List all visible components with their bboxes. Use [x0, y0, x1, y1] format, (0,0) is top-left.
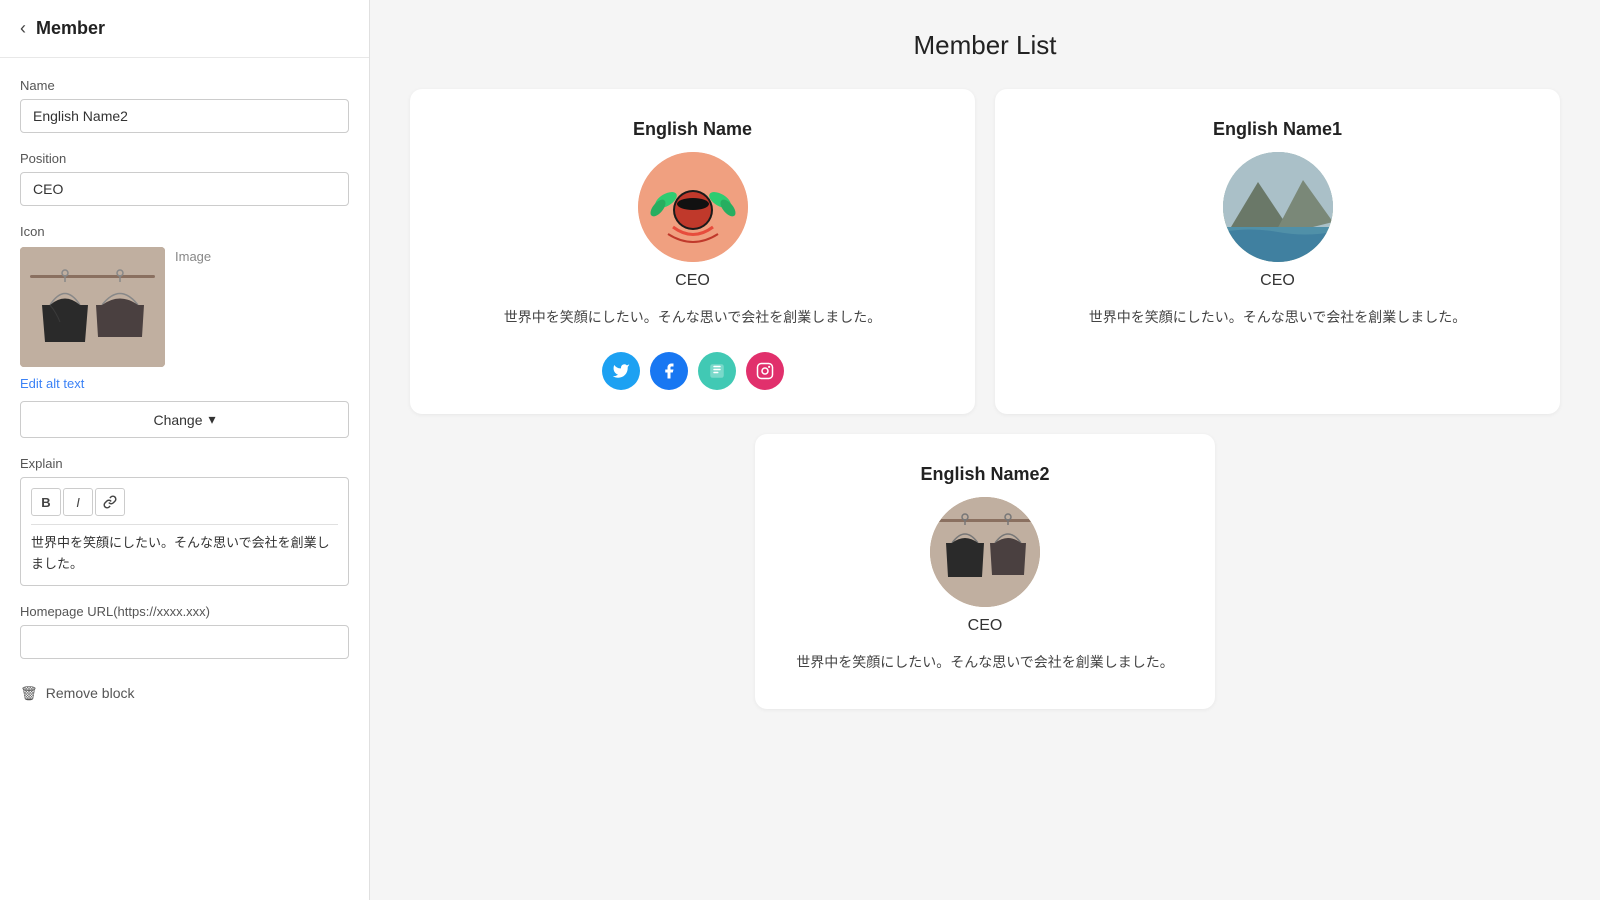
position-input[interactable] — [20, 172, 349, 206]
remove-block-label: Remove block — [46, 685, 135, 701]
trash-icon: 🗑 — [20, 685, 38, 702]
twitter-icon[interactable] — [602, 352, 640, 390]
member-1-position: CEO — [675, 272, 710, 290]
change-button[interactable]: Change ▾ — [20, 401, 349, 438]
explain-box: B I 世界中を笑顔にしたい。そんな思いで会社を創業しました。 — [20, 477, 349, 586]
member-3-position: CEO — [968, 617, 1003, 635]
edit-alt-text-link[interactable]: Edit alt text — [20, 376, 84, 391]
avatar-2-svg — [1223, 152, 1333, 262]
member-3-avatar — [930, 497, 1040, 607]
sidebar-header: ‹ Member — [0, 0, 369, 58]
member-1-desc: 世界中を笑顔にしたい。そんな思いで会社を創業しました。 — [504, 306, 882, 330]
member-card-2: English Name1 CEO — [995, 89, 1560, 414]
twitter-svg — [612, 362, 630, 380]
link-icon — [103, 495, 117, 509]
icon-label: Icon — [20, 224, 349, 239]
homepage-label: Homepage URL(https://xxxx.xxx) — [20, 604, 349, 619]
note-svg — [708, 362, 726, 380]
sidebar-form: Name Position Icon — [0, 58, 369, 730]
page-title: Member List — [410, 30, 1560, 61]
member-2-name: English Name1 — [1213, 119, 1342, 140]
member-3-name: English Name2 — [920, 464, 1049, 485]
note-icon[interactable] — [698, 352, 736, 390]
change-button-label: Change — [153, 412, 202, 428]
sidebar: ‹ Member Name Position Icon — [0, 0, 370, 900]
name-label: Name — [20, 78, 349, 93]
instagram-icon[interactable] — [746, 352, 784, 390]
member-card-1: English Name — [410, 89, 975, 414]
explain-label: Explain — [20, 456, 349, 471]
member-2-avatar — [1223, 152, 1333, 262]
member-3-desc: 世界中を笑顔にしたい。そんな思いで会社を創業しました。 — [796, 651, 1174, 675]
explain-toolbar: B I — [31, 488, 338, 525]
bold-button[interactable]: B — [31, 488, 61, 516]
homepage-input[interactable] — [20, 625, 349, 659]
sidebar-title: Member — [36, 18, 105, 39]
main-content: Member List English Name — [370, 0, 1600, 900]
explain-field-group: Explain B I 世界中を笑顔にしたい。そんな思いで会社を創業しました。 — [20, 456, 349, 586]
homepage-field-group: Homepage URL(https://xxxx.xxx) — [20, 604, 349, 659]
position-label: Position — [20, 151, 349, 166]
member-2-desc: 世界中を笑顔にしたい。そんな思いで会社を創業しました。 — [1089, 306, 1467, 330]
member-cards-grid: English Name — [410, 89, 1560, 709]
member-1-name: English Name — [633, 119, 752, 140]
facebook-icon[interactable] — [650, 352, 688, 390]
avatar-3-svg — [930, 497, 1040, 607]
explain-text[interactable]: 世界中を笑顔にしたい。そんな思いで会社を創業しました。 — [31, 533, 338, 575]
name-field-group: Name — [20, 78, 349, 133]
link-button[interactable] — [95, 488, 125, 516]
position-field-group: Position — [20, 151, 349, 206]
instagram-svg — [756, 362, 774, 380]
avatar-1-svg — [638, 152, 748, 262]
member-2-position: CEO — [1260, 272, 1295, 290]
hanger-svg — [20, 247, 165, 367]
icon-image-container: Image — [20, 247, 349, 367]
facebook-svg — [660, 362, 678, 380]
icon-field-group: Icon — [20, 224, 349, 438]
icon-preview — [20, 247, 165, 367]
remove-block-button[interactable]: 🗑 Remove block — [20, 677, 349, 710]
member-1-avatar — [638, 152, 748, 262]
member-card-3: English Name2 — [755, 434, 1215, 709]
change-dropdown-icon: ▾ — [209, 411, 216, 428]
back-icon[interactable]: ‹ — [20, 18, 26, 39]
image-label: Image — [175, 247, 211, 264]
italic-button[interactable]: I — [63, 488, 93, 516]
member-1-social-icons — [602, 352, 784, 390]
name-input[interactable] — [20, 99, 349, 133]
